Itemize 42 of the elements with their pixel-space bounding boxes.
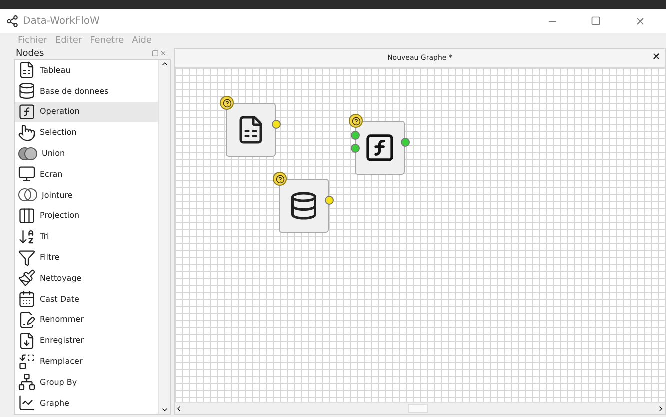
calendar-icon	[18, 290, 36, 308]
graph-node[interactable]	[279, 179, 329, 233]
edit-icon	[18, 310, 36, 329]
pointer-icon	[18, 124, 36, 142]
close-icon[interactable]	[634, 16, 646, 26]
spreadsheet-icon	[18, 61, 36, 80]
database-icon	[18, 82, 36, 100]
window-title: Data-WorkFloW	[23, 16, 101, 26]
close-icon[interactable]	[160, 50, 167, 57]
share-icon	[6, 14, 19, 28]
maximize-icon[interactable]	[591, 16, 601, 26]
filter-icon	[18, 248, 36, 267]
overlap-circles-icon	[18, 188, 38, 202]
panel-title: Nodes	[16, 48, 44, 58]
scroll-thumb[interactable]	[408, 404, 428, 413]
function-icon	[18, 102, 36, 121]
graph-node[interactable]	[355, 121, 405, 175]
graph-node[interactable]	[226, 103, 276, 157]
network-icon	[18, 373, 36, 392]
scroll-up-icon[interactable]	[160, 60, 168, 68]
scroll-right-icon[interactable]	[657, 404, 665, 412]
float-icon[interactable]	[152, 50, 159, 57]
node-list-item[interactable]: Operation	[15, 102, 158, 122]
output-port[interactable]	[325, 196, 334, 205]
output-port[interactable]	[272, 120, 281, 129]
scroll-down-icon[interactable]	[160, 406, 168, 414]
replace-icon	[18, 352, 36, 371]
download-icon	[18, 332, 36, 350]
help-icon	[220, 96, 234, 110]
columns-icon	[18, 206, 36, 225]
sort-icon	[18, 228, 36, 246]
output-port[interactable]	[401, 138, 410, 147]
chart-icon	[18, 394, 36, 412]
help-icon	[273, 172, 287, 186]
function-icon	[364, 132, 396, 164]
monitor-icon	[18, 165, 36, 184]
scroll-left-icon[interactable]	[175, 404, 183, 412]
brush-icon	[18, 269, 36, 288]
help-icon	[349, 114, 363, 128]
database-icon	[289, 191, 319, 221]
overlap-circles-icon	[18, 146, 38, 161]
close-button[interactable]	[652, 52, 661, 61]
